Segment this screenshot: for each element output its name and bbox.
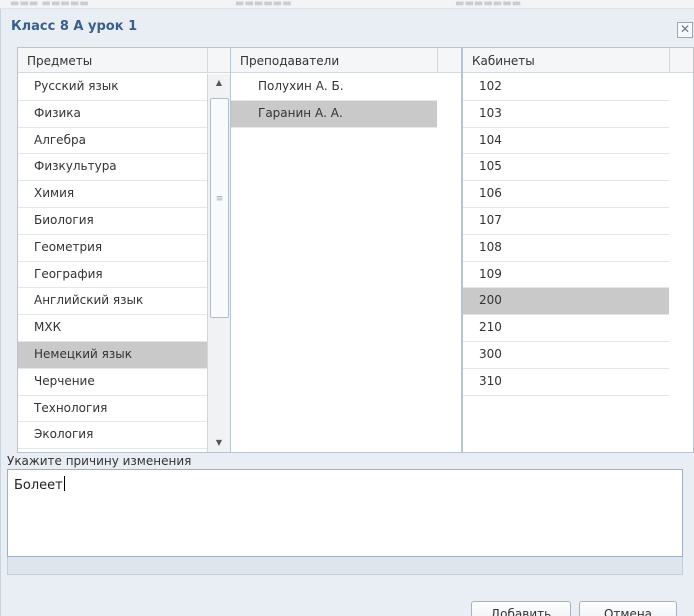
room-row[interactable]: 210 <box>463 315 669 342</box>
subject-row-label: Алгебра <box>34 132 86 147</box>
background-text: ▬▬▬ ▬▬▬▬▬ <box>10 0 89 9</box>
chevron-down-icon: ▼ <box>215 438 223 447</box>
teacher-row-label: Гаранин А. А. <box>258 105 343 120</box>
room-row-label: 310 <box>479 373 502 388</box>
room-row-label: 107 <box>479 212 502 227</box>
teacher-row[interactable]: Полухин А. Б. <box>231 74 437 101</box>
subject-row-label: Черчение <box>34 373 95 388</box>
close-button[interactable]: ✕ <box>677 22 693 38</box>
subjects-list: Предметы Русский язык Физика Алгебра Физкул… <box>17 47 231 453</box>
room-row[interactable]: 105 <box>463 154 669 182</box>
room-row-label: 104 <box>479 132 502 147</box>
room-row-label: 109 <box>479 266 502 281</box>
reason-resize-bar <box>7 557 683 575</box>
subject-row[interactable]: Биология <box>18 208 207 235</box>
teacher-row[interactable]: Гаранин А. А. <box>231 100 437 128</box>
room-row-label: 210 <box>479 320 502 335</box>
subject-row-label: Технология <box>34 400 108 415</box>
background-window-strip: ▬▬▬ ▬▬▬▬▬ ▬▬▬▬▬▬ ▬▬▬▬▬▬▬ <box>0 0 694 9</box>
subject-row-label: МХК <box>34 320 62 335</box>
scroll-down-arrow[interactable]: ▼ <box>208 434 230 452</box>
subject-row-label: Английский язык <box>34 293 144 308</box>
subject-row[interactable]: Русский язык <box>18 74 207 101</box>
room-row[interactable]: 103 <box>463 101 669 128</box>
subject-row[interactable]: Геометрия <box>18 235 207 262</box>
header-divider <box>669 48 670 73</box>
rooms-header-label: Кабинеты <box>472 54 535 68</box>
teacher-row-label: Полухин А. Б. <box>258 79 344 93</box>
subject-row-label: Немецкий язык <box>34 346 132 361</box>
dialog-title: Класс 8 А урок 1 <box>11 19 138 34</box>
subjects-scrollbar[interactable]: ▲ ≡ ▼ <box>207 74 230 452</box>
subject-row[interactable]: Экология <box>18 422 207 450</box>
subject-row[interactable]: Алгебра <box>18 128 207 155</box>
background-text: ▬▬▬▬▬▬ <box>235 0 292 9</box>
subject-row[interactable]: МХК <box>18 315 207 342</box>
room-row[interactable]: 108 <box>463 235 669 262</box>
header-divider <box>437 48 438 73</box>
room-row-label: 108 <box>479 239 502 254</box>
reason-textarea[interactable]: Болеет <box>7 469 683 557</box>
room-row-label: 300 <box>479 346 502 361</box>
background-text: ▬▬▬▬▬▬▬ <box>455 0 522 9</box>
subject-row-label: Экология <box>34 427 94 442</box>
room-row[interactable]: 300 <box>463 342 669 369</box>
reason-label: Укажите причину изменения <box>7 454 192 468</box>
teachers-rows: Полухин А. Б. Гаранин А. А. <box>231 74 437 128</box>
subject-row-label: Русский язык <box>34 79 119 93</box>
room-row[interactable]: 104 <box>463 128 669 155</box>
room-row[interactable]: 200 <box>463 288 669 316</box>
subject-row[interactable]: География <box>18 262 207 289</box>
subject-row[interactable]: Физика <box>18 101 207 128</box>
room-row[interactable]: 106 <box>463 181 669 208</box>
dialog-titlebar: Класс 8 А урок 1 ✕ <box>1 9 694 42</box>
subject-row[interactable]: Немецкий язык <box>18 341 207 369</box>
room-row-label: 106 <box>479 186 502 201</box>
reason-value: Болеет <box>14 478 63 493</box>
subject-row-label: Физкультура <box>34 159 117 174</box>
subject-row-label: География <box>34 266 103 281</box>
subject-row-label: Биология <box>34 212 94 227</box>
header-divider <box>207 48 208 73</box>
room-row[interactable]: 107 <box>463 208 669 235</box>
room-row-label: 102 <box>479 79 502 93</box>
subject-row-label: Геометрия <box>34 239 103 254</box>
chevron-up-icon: ▲ <box>215 78 223 87</box>
teachers-header: Преподаватели <box>231 48 461 73</box>
lesson-edit-dialog: Класс 8 А урок 1 ✕ Предметы Русский язык… <box>0 9 694 616</box>
room-row-label: 105 <box>479 159 502 174</box>
subject-row[interactable]: Английский язык <box>18 288 207 316</box>
scroll-thumb[interactable]: ≡ <box>210 98 229 318</box>
room-row[interactable]: 102 <box>463 74 669 101</box>
close-icon: ✕ <box>679 22 691 36</box>
subject-row[interactable]: Черчение <box>18 369 207 396</box>
room-row[interactable]: 310 <box>463 369 669 396</box>
subject-row-label: Физика <box>34 105 81 120</box>
cancel-button[interactable]: Отмена <box>579 601 677 616</box>
room-row-label: 103 <box>479 105 502 120</box>
rooms-list: Кабинеты 102 103 104 105 106 107 108 109 200 210 3… <box>462 47 694 453</box>
subjects-rows: Русский язык Физика Алгебра Физкультура Хими… <box>18 74 207 450</box>
subjects-header-label: Предметы <box>27 54 93 68</box>
teachers-header-label: Преподаватели <box>240 54 340 68</box>
rooms-rows: 102 103 104 105 106 107 108 109 200 210 300 310 <box>463 74 669 396</box>
subject-row[interactable]: Химия <box>18 181 207 208</box>
subjects-header: Предметы <box>18 48 230 73</box>
grip-icon: ≡ <box>215 194 224 204</box>
subject-row[interactable]: Физкультура <box>18 154 207 182</box>
text-caret <box>63 476 65 491</box>
add-button[interactable]: Добавить <box>471 601 571 616</box>
subject-row-label: Химия <box>34 186 75 201</box>
subject-row[interactable]: Технология <box>18 396 207 423</box>
rooms-header: Кабинеты <box>463 48 693 73</box>
scroll-up-arrow[interactable]: ▲ <box>208 74 230 92</box>
room-row-label: 200 <box>479 293 502 308</box>
teachers-list: Преподаватели Полухин А. Б. Гаранин А. А. <box>230 47 462 453</box>
room-row[interactable]: 109 <box>463 262 669 289</box>
